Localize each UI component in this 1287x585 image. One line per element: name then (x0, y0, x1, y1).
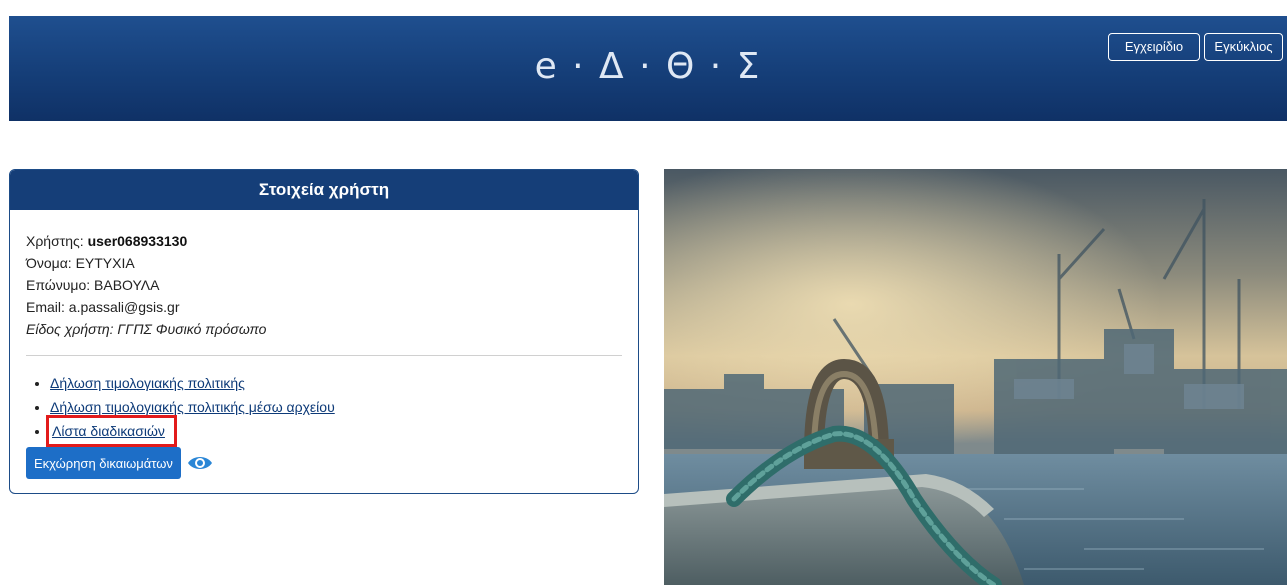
pricing-policy-file-link[interactable]: Δήλωση τιμολογιακής πολιτικής μέσω αρχεί… (50, 399, 335, 415)
manual-button[interactable]: Εγχειρίδιο (1108, 33, 1200, 61)
divider (26, 355, 622, 356)
header-banner: e · Δ · Θ · Σ Εγχειρίδιο Εγκύκλιος (9, 16, 1287, 121)
user-line: Χρήστης: user068933130 (26, 230, 622, 252)
user-details-card: Στοιχεία χρήστη Χρήστης: user068933130 Ό… (9, 169, 639, 494)
highlight-box: Λίστα διαδικασιών (46, 415, 177, 447)
email-line: Email: a.passali@gsis.gr (26, 299, 180, 315)
list-item: Δήλωση τιμολογιακής πολιτικής μέσω αρχεί… (50, 395, 622, 419)
card-body: Χρήστης: user068933130 Όνομα: ΕΥΤΥΧΙΑ Επ… (10, 210, 638, 479)
eye-icon[interactable] (187, 453, 213, 473)
pricing-policy-link[interactable]: Δήλωση τιμολογιακής πολιτικής (50, 375, 245, 391)
procedures-list-link[interactable]: Λίστα διαδικασιών (52, 423, 165, 439)
circular-button[interactable]: Εγκύκλιος (1204, 33, 1283, 61)
list-item: Λίστα διαδικασιών (46, 415, 622, 447)
user-label: Χρήστης: (26, 233, 88, 249)
card-title: Στοιχεία χρήστη (10, 170, 638, 210)
user-type-line: Είδος χρήστη: ΓΓΠΣ Φυσικό πρόσωπο (26, 321, 267, 337)
harbor-photo (664, 169, 1287, 585)
action-links: Δήλωση τιμολογιακής πολιτικής Δήλωση τιμ… (26, 371, 622, 447)
site-logo[interactable]: e · Δ · Θ · Σ (9, 46, 1287, 87)
name-line: Όνομα: ΕΥΤΥΧΙΑ (26, 255, 135, 271)
page: e · Δ · Θ · Σ Εγχειρίδιο Εγκύκλιος Στοιχ… (0, 0, 1287, 585)
surname-line: Επώνυμο: ΒΑΒΟΥΛΑ (26, 277, 160, 293)
list-item: Δήλωση τιμολογιακής πολιτικής (50, 371, 622, 395)
user-value: user068933130 (87, 233, 188, 249)
assign-rights-button[interactable]: Εκχώρηση δικαιωμάτων (26, 447, 181, 479)
action-row: Εκχώρηση δικαιωμάτων (26, 447, 622, 479)
